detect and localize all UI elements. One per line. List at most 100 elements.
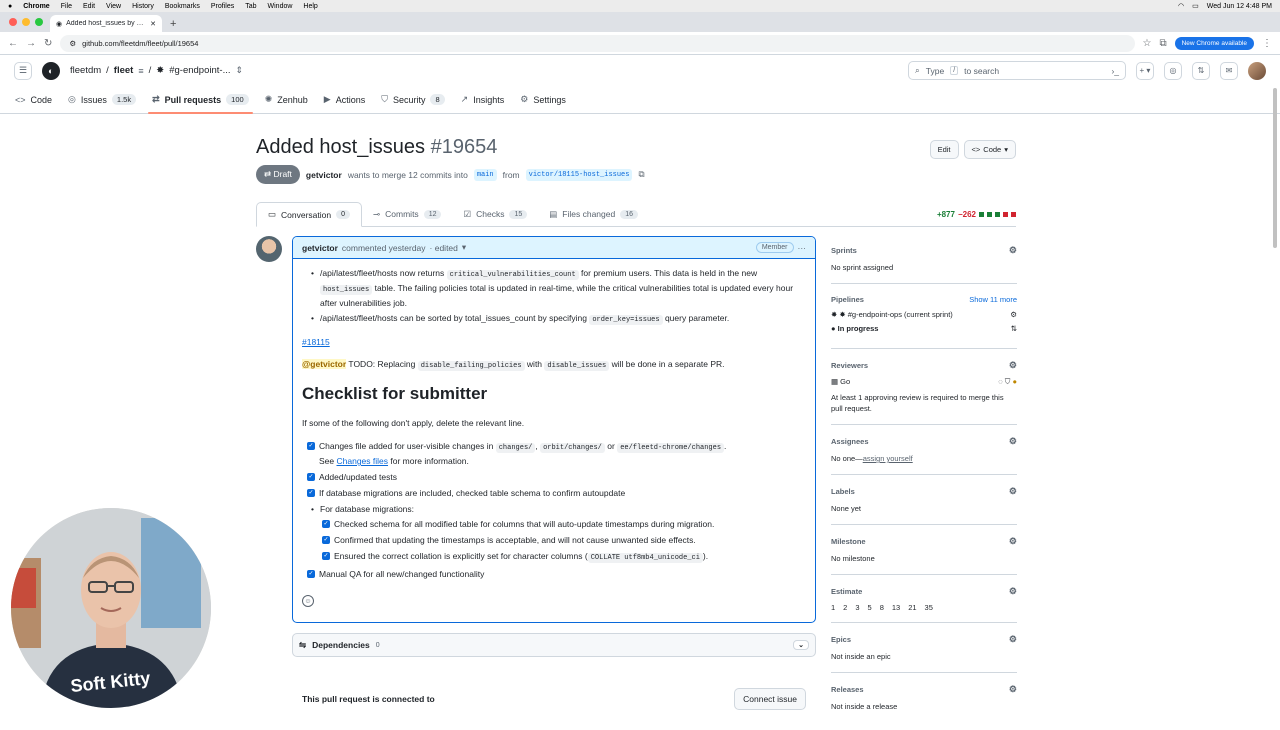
menu-tab[interactable]: Tab — [245, 3, 256, 10]
search-input[interactable]: ⌕ Type / to search ›_ — [908, 61, 1126, 80]
reviewers-title[interactable]: Reviewers — [831, 361, 868, 370]
add-reaction-icon[interactable]: ☺ — [302, 595, 314, 607]
gear-icon[interactable]: ⚙ — [1009, 360, 1017, 371]
estimate-option[interactable]: 5 — [868, 603, 872, 612]
pipeline-name[interactable]: #g-endpoint-ops (current sprint) — [848, 310, 953, 319]
inbox-icon[interactable]: ✉ — [1220, 61, 1238, 80]
show-more-link[interactable]: Show 11 more — [969, 295, 1017, 304]
estimate-option[interactable]: 13 — [892, 603, 900, 612]
estimate-option[interactable]: 1 — [831, 603, 835, 612]
gear-icon[interactable]: ⚙ — [1009, 245, 1017, 256]
estimate-option[interactable]: 2 — [843, 603, 847, 612]
base-branch[interactable]: main — [473, 168, 497, 181]
pipeline-status[interactable]: In progress — [838, 324, 879, 333]
issues-icon[interactable]: ◎ — [1164, 61, 1182, 80]
create-new-icon[interactable]: + ▾ — [1136, 61, 1154, 80]
repo-link[interactable]: fleet — [114, 65, 134, 76]
gear-icon[interactable]: ⚙ — [1009, 536, 1017, 547]
gear-icon[interactable]: ⚙ — [1009, 684, 1017, 695]
issue-link[interactable]: #18115 — [302, 337, 330, 347]
pull-requests-icon[interactable]: ⇅ — [1192, 61, 1210, 80]
checkbox[interactable]: ✓ — [307, 489, 315, 497]
checkbox[interactable]: ✓ — [322, 536, 330, 544]
assign-yourself-link[interactable]: assign yourself — [863, 454, 913, 463]
chevron-down-icon[interactable]: ⌄ — [793, 640, 809, 650]
comment-author-avatar[interactable] — [256, 236, 282, 262]
tab-pull-requests[interactable]: ⇄ Pull requests 100 — [148, 86, 253, 114]
estimate-option[interactable]: 35 — [925, 603, 933, 612]
checkbox[interactable]: ✓ — [322, 520, 330, 528]
menubar-clock[interactable]: Wed Jun 12 4:48 PM — [1207, 3, 1272, 10]
tab-files-changed[interactable]: ▤ Files changed 16 — [538, 202, 649, 226]
labels-title[interactable]: Labels — [831, 487, 855, 496]
menu-view[interactable]: View — [106, 3, 121, 10]
menu-file[interactable]: File — [61, 3, 72, 10]
menu-profiles[interactable]: Profiles — [211, 3, 234, 10]
gear-icon[interactable]: ⚙ — [1010, 310, 1017, 319]
epics-title[interactable]: Epics — [831, 635, 851, 644]
tab-conversation[interactable]: ▭ Conversation 0 — [256, 202, 363, 227]
changes-files-link[interactable]: Changes files — [337, 456, 389, 466]
menu-bookmarks[interactable]: Bookmarks — [165, 3, 200, 10]
command-palette-icon[interactable]: ›_ — [1111, 66, 1119, 76]
menu-history[interactable]: History — [132, 3, 154, 10]
gear-icon[interactable]: ⚙ — [1009, 436, 1017, 447]
code-dropdown-button[interactable]: <> Code ▾ — [963, 140, 1016, 159]
gear-icon[interactable]: ⚙ — [1009, 586, 1017, 597]
connect-issue-button[interactable]: Connect issue — [734, 688, 806, 710]
arrows-icon[interactable]: ⇅ — [1011, 324, 1017, 333]
close-tab-icon[interactable]: ✕ — [150, 20, 156, 28]
gear-icon[interactable]: ⚙ — [1009, 634, 1017, 645]
new-chrome-available-button[interactable]: New Chrome available — [1174, 36, 1254, 50]
milestone-title[interactable]: Milestone — [831, 537, 866, 546]
page-scrollbar[interactable] — [1273, 88, 1277, 248]
pr-author-link[interactable]: getvictor — [306, 170, 342, 180]
forward-icon[interactable]: → — [26, 38, 36, 49]
repo-menu-icon[interactable]: ≡ — [138, 66, 143, 76]
updown-chevron-icon[interactable]: ⇕ — [235, 65, 243, 76]
assignees-title[interactable]: Assignees — [831, 437, 869, 446]
estimate-option[interactable]: 3 — [855, 603, 859, 612]
new-tab-button[interactable]: + — [170, 18, 176, 30]
minimize-window-button[interactable] — [22, 18, 30, 26]
github-logo-icon[interactable]: ◐ — [42, 61, 60, 80]
browser-tab[interactable]: ◉ Added host_issues by getvic ✕ — [50, 15, 162, 32]
tab-zenhub[interactable]: ✺ Zenhub — [265, 86, 308, 113]
owner-link[interactable]: fleetdm — [70, 65, 101, 76]
tab-checks[interactable]: ☑ Checks 15 — [452, 202, 538, 226]
estimate-title[interactable]: Estimate — [831, 587, 862, 596]
apple-icon[interactable]: ● — [8, 3, 12, 10]
kebab-menu-icon[interactable]: ··· — [798, 243, 807, 253]
tab-insights[interactable]: ↗ Insights — [461, 86, 505, 113]
extensions-icon[interactable]: ⧉ — [1159, 38, 1166, 49]
tab-actions[interactable]: ▶ Actions — [324, 86, 365, 113]
tab-settings[interactable]: ⚙ Settings — [520, 86, 566, 113]
copy-icon[interactable]: ⧉ — [638, 169, 644, 180]
estimate-option[interactable]: 21 — [908, 603, 916, 612]
tab-issues[interactable]: ◎ Issues 1.5k — [68, 86, 137, 113]
comment-author-link[interactable]: getvictor — [302, 243, 338, 253]
menu-edit[interactable]: Edit — [83, 3, 95, 10]
edit-title-button[interactable]: Edit — [929, 140, 959, 159]
close-window-button[interactable] — [9, 18, 17, 26]
sprints-title[interactable]: Sprints — [831, 246, 857, 255]
chevron-down-icon[interactable]: ▾ — [462, 242, 466, 253]
address-bar[interactable]: ⚙ github.com/fleetdm/fleet/pull/19654 — [60, 34, 1135, 52]
gear-icon[interactable]: ⚙ — [1009, 486, 1017, 497]
hamburger-menu-icon[interactable]: ☰ — [14, 61, 32, 80]
project-selector[interactable]: #g-endpoint-... — [169, 65, 230, 76]
tab-security[interactable]: ⛉ Security 8 — [381, 86, 445, 113]
checkbox[interactable]: ✓ — [307, 473, 315, 481]
tab-code[interactable]: <> Code — [15, 86, 52, 113]
reviewer-name[interactable]: Go — [840, 377, 850, 386]
checkbox[interactable]: ✓ — [322, 552, 330, 560]
releases-title[interactable]: Releases — [831, 685, 864, 694]
menu-window[interactable]: Window — [268, 3, 293, 10]
user-mention[interactable]: @getvictor — [302, 359, 347, 369]
chrome-menu-icon[interactable]: ⋮ — [1262, 38, 1272, 49]
user-avatar[interactable] — [1248, 61, 1266, 80]
wifi-icon[interactable]: ◠ — [1178, 2, 1184, 10]
checkbox[interactable]: ✓ — [307, 442, 315, 450]
battery-icon[interactable]: ▭ — [1192, 2, 1199, 10]
menu-help[interactable]: Help — [303, 3, 317, 10]
